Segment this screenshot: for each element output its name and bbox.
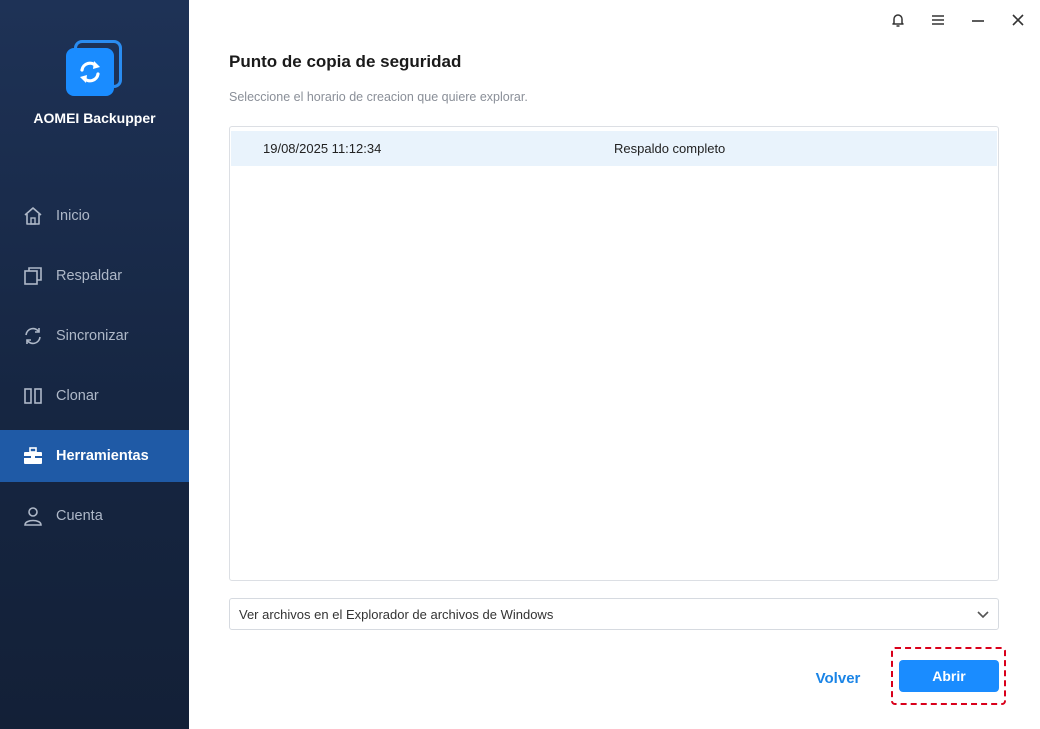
back-button[interactable]: Volver — [803, 664, 873, 692]
sidebar-item-herramientas[interactable]: Herramientas — [0, 430, 189, 482]
close-icon[interactable] — [1008, 10, 1028, 30]
minimize-icon[interactable] — [968, 10, 988, 30]
toolbox-icon — [22, 445, 44, 467]
app-logo — [62, 38, 124, 100]
view-mode-select[interactable]: Ver archivos en el Explorador de archivo… — [229, 598, 999, 630]
sync-icon — [22, 325, 44, 347]
list-item[interactable]: 19/08/2025 11:12:34 Respaldo completo — [231, 131, 997, 166]
home-icon — [22, 205, 44, 227]
sidebar-item-inicio[interactable]: Inicio — [0, 190, 189, 242]
chevron-down-icon — [976, 607, 990, 621]
page-subtitle: Seleccione el horario de creacion que qu… — [229, 90, 528, 104]
menu-icon[interactable] — [928, 10, 948, 30]
copy-icon — [22, 265, 44, 287]
sidebar-item-label: Respaldar — [56, 268, 123, 284]
open-button[interactable]: Abrir — [899, 660, 999, 692]
sidebar-item-sincronizar[interactable]: Sincronizar — [0, 310, 189, 362]
sidebar-item-label: Clonar — [56, 388, 99, 404]
user-icon — [22, 505, 44, 527]
backup-date: 19/08/2025 11:12:34 — [263, 141, 382, 156]
app-name: AOMEI Backupper — [33, 110, 156, 126]
sync-arrows-icon — [66, 48, 114, 96]
sidebar-item-clonar[interactable]: Clonar — [0, 370, 189, 422]
sidebar-item-label: Sincronizar — [56, 328, 129, 344]
view-mode-value: Ver archivos en el Explorador de archivo… — [239, 606, 554, 622]
page-title: Punto de copia de seguridad — [229, 52, 462, 71]
sidebar: AOMEI Backupper Inicio Respaldar Sincron… — [0, 0, 189, 729]
sidebar-item-label: Cuenta — [56, 508, 103, 524]
sidebar-nav: Inicio Respaldar Sincronizar Clonar Herr… — [0, 190, 189, 550]
backup-type: Respaldo completo — [614, 141, 726, 156]
sidebar-item-label: Herramientas — [56, 448, 149, 464]
sidebar-item-label: Inicio — [56, 208, 90, 224]
sidebar-item-respaldar[interactable]: Respaldar — [0, 250, 189, 302]
clone-icon — [22, 385, 44, 407]
bell-icon[interactable] — [888, 10, 908, 30]
backup-points-list: 19/08/2025 11:12:34 Respaldo completo — [229, 126, 999, 581]
sidebar-item-cuenta[interactable]: Cuenta — [0, 490, 189, 542]
